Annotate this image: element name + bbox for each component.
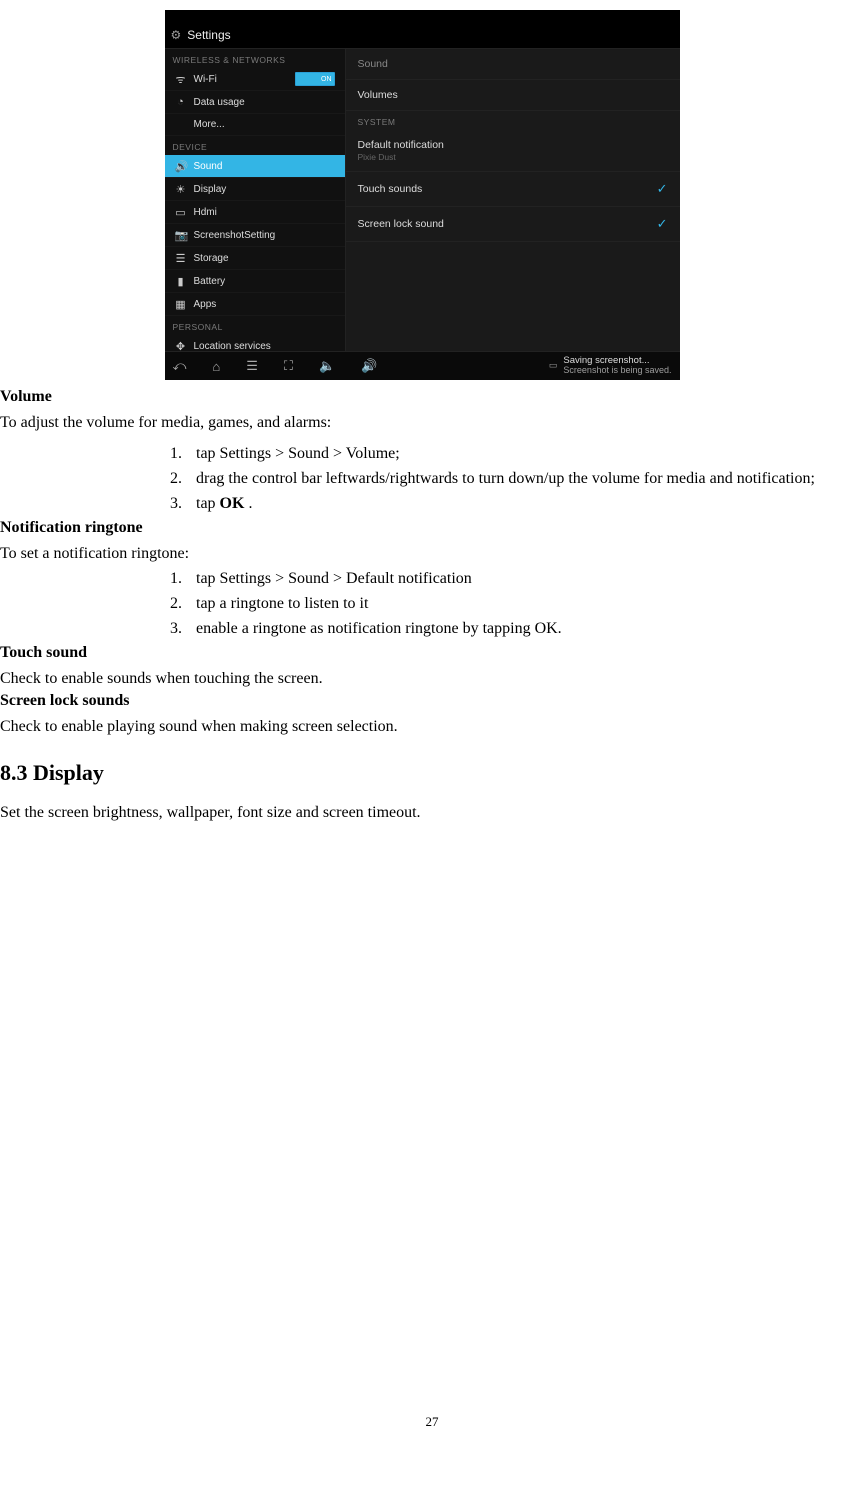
wifi-toggle-on[interactable]: ON [295, 72, 335, 86]
heading-touch-sound: Touch sound [0, 644, 844, 662]
volume-up-icon[interactable]: 🔊 [361, 358, 377, 374]
sidebar-item-label: Storage [194, 253, 229, 264]
sidebar-item-display[interactable]: ☀ Display [165, 178, 345, 201]
recent-apps-icon[interactable]: ☰ [246, 358, 258, 374]
settings-icon: ⚙ [171, 28, 182, 42]
para-touch-sound: Check to enable sounds when touching the… [0, 668, 844, 690]
sidebar-item-label: Location services [194, 341, 271, 352]
row-sublabel: Pixie Dust [358, 152, 668, 162]
para-volume-intro: To adjust the volume for media, games, a… [0, 412, 844, 434]
status-bar [165, 10, 680, 22]
list-item: 3.tap OK . [170, 492, 844, 515]
detail-header-system: SYSTEM [346, 111, 680, 130]
app-title: Settings [187, 28, 230, 42]
list-item: 2.drag the control bar leftwards/rightwa… [170, 467, 844, 490]
page-number: 27 [0, 1414, 864, 1430]
row-label: Volumes [358, 89, 398, 101]
sidebar-item-label: Data usage [194, 97, 245, 108]
settings-sidebar: WIRELESS & NETWORKS ᯤ Wi-Fi ON ◔ Data us… [165, 49, 346, 351]
volume-down-icon[interactable]: 🔈 [319, 358, 335, 374]
list-text: tap Settings > Sound > Volume; [196, 445, 400, 462]
sidebar-item-label: Battery [194, 276, 226, 287]
apps-icon: ▦ [175, 298, 187, 311]
sidebar-item-apps[interactable]: ▦ Apps [165, 293, 345, 316]
sidebar-item-data-usage[interactable]: ◔ Data usage [165, 91, 345, 114]
list-text: tap Settings > Sound > Default notificat… [196, 570, 472, 587]
toast-subtitle: Screenshot is being saved. [563, 366, 671, 376]
list-number: 3. [170, 617, 196, 640]
checkmark-icon[interactable]: ✓ [657, 181, 668, 197]
sidebar-item-label: Sound [194, 161, 223, 172]
system-navbar: ⤺ ⌂ ☰ ⛶ 🔈 🔊 ▭ Saving screenshot... Scree… [165, 351, 680, 380]
list-item: 3.enable a ringtone as notification ring… [170, 617, 844, 640]
list-text: enable a ringtone as notification ringto… [196, 620, 562, 637]
list-notif-steps: 1.tap Settings > Sound > Default notific… [0, 567, 844, 641]
list-number: 2. [170, 592, 196, 615]
sidebar-item-label: More... [194, 119, 225, 130]
list-text: tap [196, 495, 220, 512]
para-notif-intro: To set a notification ringtone: [0, 543, 844, 565]
list-volume-steps: 1.tap Settings > Sound > Volume; 2.drag … [0, 442, 844, 516]
heading-screen-lock-sounds: Screen lock sounds [0, 692, 844, 710]
row-label: Screen lock sound [358, 218, 444, 230]
detail-tab-sound[interactable]: Sound [346, 49, 680, 80]
list-text-bold: OK [220, 495, 245, 512]
sidebar-item-label: ScreenshotSetting [194, 230, 276, 241]
list-text: drag the control bar leftwards/rightward… [196, 470, 815, 487]
sidebar-item-label: Display [194, 184, 227, 195]
list-item: 1.tap Settings > Sound > Default notific… [170, 567, 844, 590]
para-display: Set the screen brightness, wallpaper, fo… [0, 802, 844, 824]
screenshot-icon[interactable]: ⛶ [284, 358, 293, 374]
checkmark-icon[interactable]: ✓ [657, 216, 668, 232]
wifi-icon: ᯤ [175, 72, 187, 87]
sidebar-item-label: Hdmi [194, 207, 217, 218]
sidebar-item-label: Wi-Fi [194, 74, 217, 85]
list-number: 3. [170, 492, 196, 515]
sidebar-item-screenshotsetting[interactable]: 📷 ScreenshotSetting [165, 224, 345, 247]
list-text: tap a ringtone to listen to it [196, 595, 368, 612]
screenshot-toast: ▭ Saving screenshot... Screenshot is bei… [549, 356, 672, 376]
heading-notification-ringtone: Notification ringtone [0, 519, 844, 537]
sidebar-header-personal: PERSONAL [165, 316, 345, 335]
sidebar-item-storage[interactable]: ☰ Storage [165, 247, 345, 270]
row-screen-lock-sound[interactable]: Screen lock sound ✓ [346, 207, 680, 242]
list-item: 1.tap Settings > Sound > Volume; [170, 442, 844, 465]
sidebar-item-sound[interactable]: 🔊 Sound [165, 155, 345, 178]
section-title-display: 8.3 Display [0, 760, 844, 786]
sidebar-header-device: DEVICE [165, 136, 345, 155]
sidebar-item-label: Apps [194, 299, 217, 310]
settings-detail-pane: Sound Volumes SYSTEM Default notificatio… [346, 49, 680, 351]
hdmi-icon: ▭ [175, 206, 187, 219]
battery-icon: ▮ [175, 275, 187, 288]
list-number: 2. [170, 467, 196, 490]
para-screen-lock: Check to enable playing sound when makin… [0, 716, 844, 738]
android-settings-screenshot: ⚙ Settings WIRELESS & NETWORKS ᯤ Wi-Fi O… [165, 10, 680, 380]
app-titlebar: ⚙ Settings [165, 22, 680, 49]
heading-volume: Volume [0, 388, 844, 406]
camera-icon: 📷 [175, 229, 187, 242]
storage-icon: ☰ [175, 252, 187, 265]
row-touch-sounds[interactable]: Touch sounds ✓ [346, 172, 680, 207]
list-number: 1. [170, 442, 196, 465]
data-usage-icon: ◔ [175, 96, 187, 108]
sidebar-item-wifi[interactable]: ᯤ Wi-Fi ON [165, 68, 345, 91]
row-label: Touch sounds [358, 183, 423, 195]
back-icon[interactable]: ⤺ [173, 358, 187, 374]
picture-icon: ▭ [549, 360, 558, 371]
row-default-notification[interactable]: Default notification Pixie Dust [346, 130, 680, 172]
sidebar-item-more[interactable]: More... [165, 114, 345, 136]
row-volumes[interactable]: Volumes [346, 80, 680, 111]
list-number: 1. [170, 567, 196, 590]
list-text: . [244, 495, 252, 512]
list-item: 2.tap a ringtone to listen to it [170, 592, 844, 615]
home-icon[interactable]: ⌂ [212, 359, 220, 374]
sidebar-header-wireless: WIRELESS & NETWORKS [165, 49, 345, 68]
sound-icon: 🔊 [175, 160, 187, 173]
sidebar-item-battery[interactable]: ▮ Battery [165, 270, 345, 293]
display-icon: ☀ [175, 183, 187, 196]
sidebar-item-hdmi[interactable]: ▭ Hdmi [165, 201, 345, 224]
row-label: Default notification [358, 139, 668, 151]
